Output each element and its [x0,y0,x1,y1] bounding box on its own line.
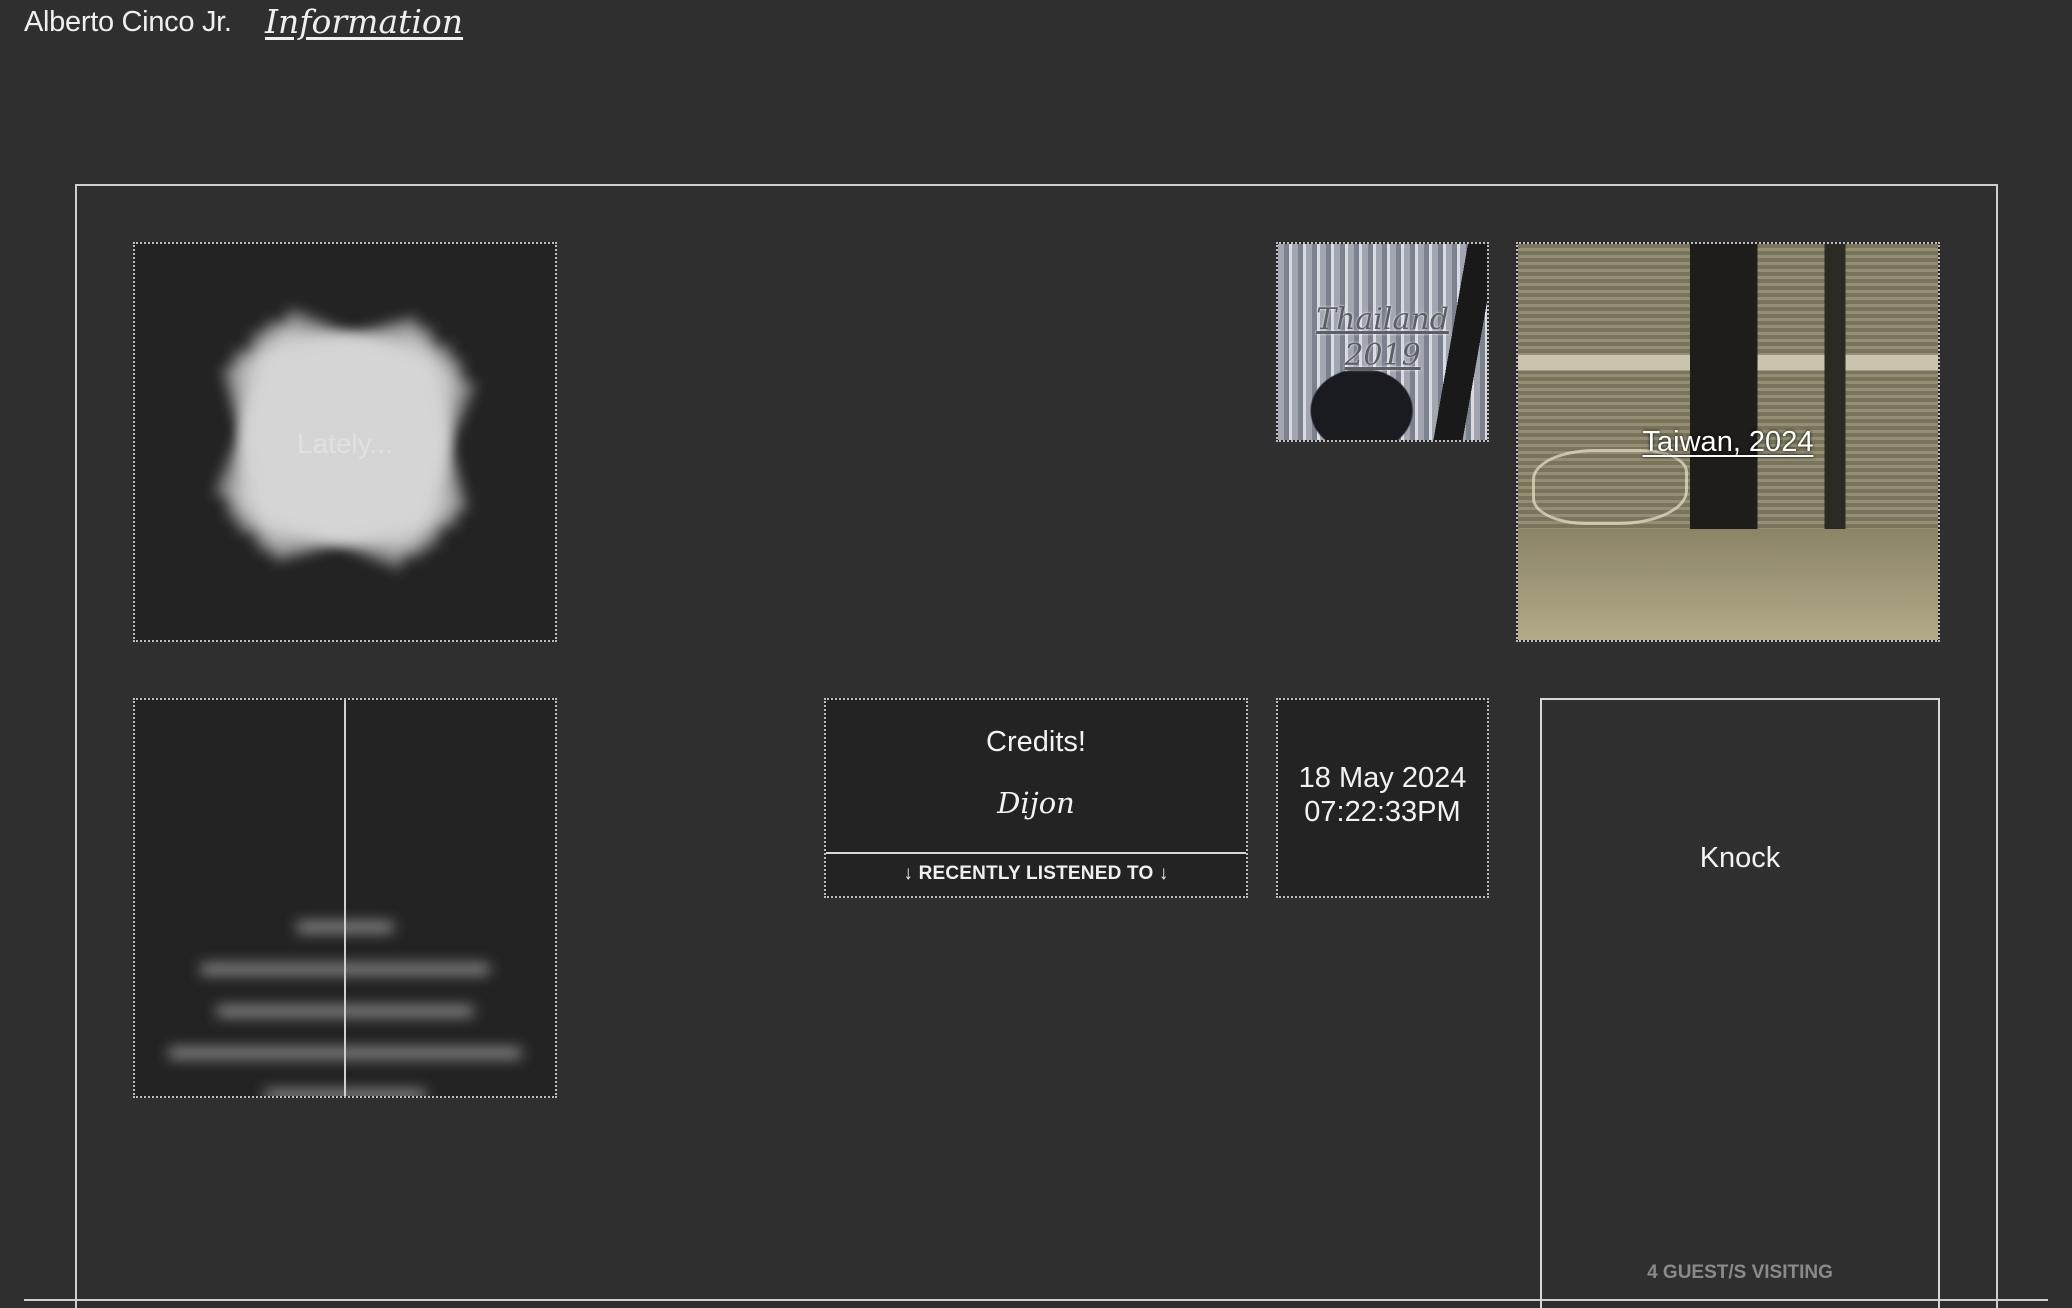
clock-time: 07:22:33PM [1304,796,1461,828]
guest-count: 4 GUEST/S VISITING [1647,1262,1833,1283]
knock-panel[interactable]: Knock 4 GUEST/S VISITING [1540,698,1940,1308]
taiwan-photo-tile[interactable]: Taiwan, 2024 [1516,242,1940,642]
lately-tile[interactable]: Lately... [133,242,557,642]
credits-tile[interactable]: Credits! Dijon ↓ RECENTLY LISTENED TO ↓ [824,698,1248,898]
information-link[interactable]: Information [265,2,463,41]
graffiti-shape [1532,449,1688,525]
recently-listened-label: ↓ RECENTLY LISTENED TO ↓ [826,852,1246,896]
blurred-list-tile[interactable]: ▬▬▬ ▬▬▬▬▬▬▬▬▬ ▬▬▬▬▬▬▬▬ ▬▬▬▬▬▬▬▬▬▬▬ ▬▬▬▬▬ [133,698,557,1098]
clock-date: 18 May 2024 [1298,762,1467,794]
artist-name: Dijon [997,786,1075,820]
vertical-divider [344,700,346,1096]
knock-button[interactable]: Knock [1542,842,1938,875]
site-name[interactable]: Alberto Cinco Jr. [24,6,232,39]
thailand-caption: Thailand 2019 [1316,302,1449,373]
thailand-photo-tile[interactable]: Thailand 2019 [1276,242,1489,442]
credits-title: Credits! [986,726,1086,758]
clock-tile: 18 May 2024 07:22:33PM [1276,698,1489,898]
taiwan-caption[interactable]: Taiwan, 2024 [1518,426,1938,459]
lately-label: Lately... [297,428,393,459]
